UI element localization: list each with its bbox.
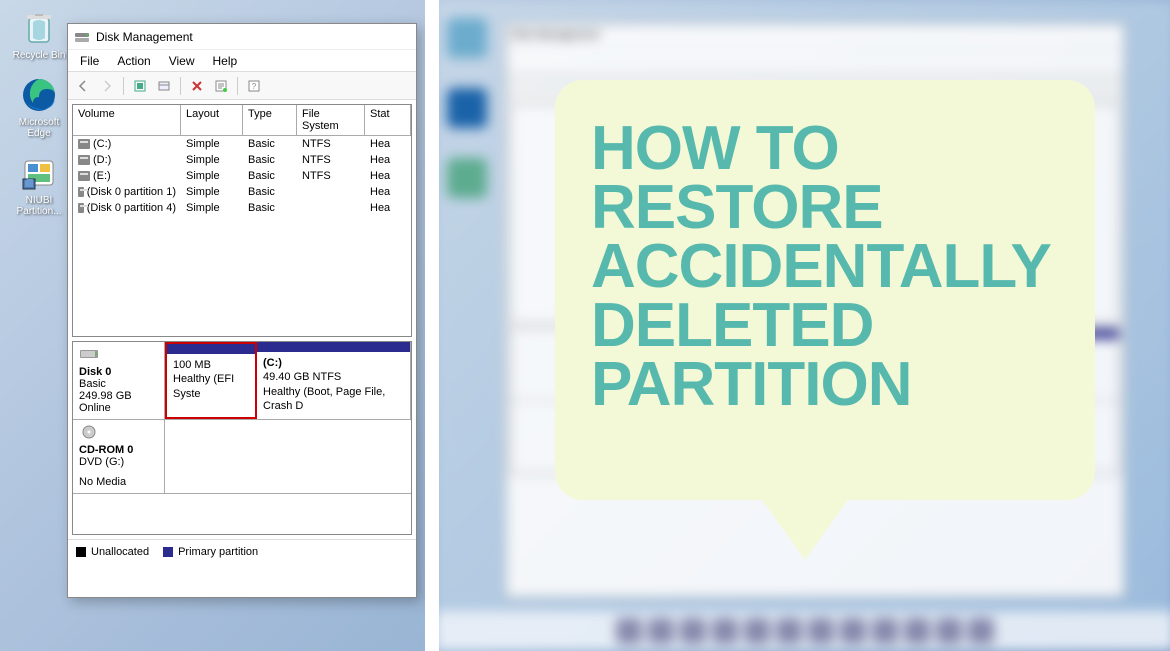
cdrom-row: CD-ROM 0 DVD (G:) No Media [73, 420, 411, 494]
volume-row[interactable]: (Disk 0 partition 4)SimpleBasicHea [73, 200, 411, 216]
help-button[interactable]: ? [243, 75, 265, 97]
niubi-label: NIUBI Partition... [12, 195, 66, 217]
drive-icon [78, 187, 84, 197]
cdrom-name: CD-ROM 0 [79, 444, 158, 456]
menubar: File Action View Help [68, 50, 416, 72]
volume-row[interactable]: (D:)SimpleBasicNTFSHea [73, 152, 411, 168]
callout-tail [755, 490, 855, 560]
volume-list-body: (C:)SimpleBasicNTFSHea(D:)SimpleBasicNTF… [73, 136, 411, 336]
edge-label: Microsoft Edge [12, 117, 66, 139]
volume-list-header: Volume Layout Type File System Stat [73, 105, 411, 136]
drive-icon [78, 171, 90, 181]
partition-app-icon [19, 153, 59, 193]
recycle-bin-label: Recycle Bin [13, 50, 66, 61]
col-filesystem[interactable]: File System [297, 105, 365, 135]
svg-text:?: ? [252, 82, 257, 91]
menu-view[interactable]: View [161, 52, 203, 70]
legend: Unallocated Primary partition [68, 539, 416, 563]
app-icon [74, 29, 90, 45]
properties-button[interactable] [210, 75, 232, 97]
disk0-status: Online [79, 402, 158, 414]
forward-button[interactable] [96, 75, 118, 97]
view-button[interactable] [153, 75, 175, 97]
cdrom-drive: DVD (G:) [79, 456, 158, 468]
window-title: Disk Management [96, 30, 193, 44]
disk0-name: Disk 0 [79, 366, 158, 378]
titlebar[interactable]: Disk Management [68, 24, 416, 50]
menu-file[interactable]: File [72, 52, 107, 70]
callout-text: How to Restore Accidentally Deleted Part… [591, 120, 1059, 414]
drive-icon [78, 139, 90, 149]
drive-icon [78, 155, 90, 165]
browser-icon [19, 75, 59, 115]
cdrom-info[interactable]: CD-ROM 0 DVD (G:) No Media [73, 420, 165, 493]
disk0-type: Basic [79, 378, 158, 390]
desktop-icons-area: Recycle Bin Microsoft Edge NIUBI Partiti… [12, 8, 66, 217]
niubi-icon[interactable]: NIUBI Partition... [12, 153, 66, 217]
col-status[interactable]: Stat [365, 105, 411, 135]
menu-action[interactable]: Action [109, 52, 158, 70]
title-callout: How to Restore Accidentally Deleted Part… [555, 80, 1095, 500]
col-layout[interactable]: Layout [181, 105, 243, 135]
menu-help[interactable]: Help [205, 52, 246, 70]
legend-unallocated: Unallocated [76, 546, 149, 558]
disk0-row: Disk 0 Basic 249.98 GB Online 100 MB Hea… [73, 342, 411, 420]
image-divider [425, 0, 439, 651]
refresh-button[interactable] [129, 75, 151, 97]
cdrom-media: No Media [79, 476, 158, 488]
volume-row[interactable]: (E:)SimpleBasicNTFSHea [73, 168, 411, 184]
hdd-icon [79, 347, 99, 361]
volume-row[interactable]: (C:)SimpleBasicNTFSHea [73, 136, 411, 152]
delete-button[interactable] [186, 75, 208, 97]
disk-management-window: Disk Management File Action View Help ? … [67, 23, 417, 598]
disk-graphical-view: Disk 0 Basic 249.98 GB Online 100 MB Hea… [72, 341, 412, 535]
toolbar: ? [68, 72, 416, 100]
partition-efi[interactable]: 100 MB Healthy (EFI Syste [165, 342, 257, 419]
cdrom-icon [79, 425, 99, 439]
volume-row[interactable]: (Disk 0 partition 1)SimpleBasicHea [73, 184, 411, 200]
col-type[interactable]: Type [243, 105, 297, 135]
efi-size: 100 MB [173, 358, 249, 372]
c-status: Healthy (Boot, Page File, Crash D [263, 385, 404, 414]
recycle-bin-icon[interactable]: Recycle Bin [12, 8, 66, 61]
drive-icon [78, 203, 84, 213]
disk0-size: 249.98 GB [79, 390, 158, 402]
volume-list: Volume Layout Type File System Stat (C:)… [72, 104, 412, 337]
back-button[interactable] [72, 75, 94, 97]
trash-icon [19, 8, 59, 48]
edge-icon[interactable]: Microsoft Edge [12, 75, 66, 139]
efi-status: Healthy (EFI Syste [173, 372, 249, 401]
legend-primary: Primary partition [163, 546, 258, 558]
col-volume[interactable]: Volume [73, 105, 181, 135]
c-name: (C:) [263, 356, 404, 370]
c-size: 49.40 GB NTFS [263, 370, 404, 384]
partition-c[interactable]: (C:) 49.40 GB NTFS Healthy (Boot, Page F… [257, 342, 411, 419]
disk0-info[interactable]: Disk 0 Basic 249.98 GB Online [73, 342, 165, 419]
